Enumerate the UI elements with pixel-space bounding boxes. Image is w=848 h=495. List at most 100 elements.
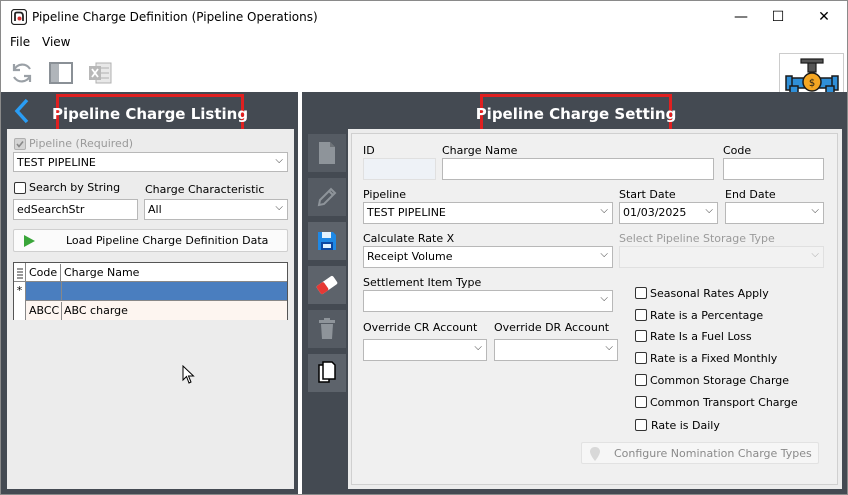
delete-button[interactable] [308, 310, 346, 348]
pin-icon [588, 446, 602, 462]
row-charge-name: ABC charge [64, 304, 128, 317]
edit-button[interactable] [308, 178, 346, 216]
storage-type-select: ⌵ [619, 246, 824, 268]
chevron-down-icon: ⌵ [811, 205, 819, 216]
save-disk-icon [318, 232, 336, 250]
rate-fuel-loss-label: Rate Is a Fuel Loss [650, 330, 752, 343]
menu-file[interactable]: File [10, 35, 30, 49]
window-title: Pipeline Charge Definition (Pipeline Ope… [32, 10, 318, 24]
storage-type-label: Select Pipeline Storage Type [619, 232, 775, 245]
end-date-picker[interactable]: ⌵ [725, 202, 824, 224]
new-row-code-cell [27, 282, 62, 301]
end-date-label: End Date [725, 188, 776, 201]
rate-daily-label: Rate is Daily [651, 419, 720, 432]
start-date-label: Start Date [619, 188, 676, 201]
edit-pencil-icon [317, 187, 337, 207]
chevron-down-icon: ⌵ [811, 249, 819, 260]
layout-icon[interactable] [48, 61, 74, 85]
excel-icon[interactable] [87, 60, 113, 86]
load-data-button[interactable]: Load Pipeline Charge Definition Data [13, 229, 288, 252]
pipeline-value: TEST PIPELINE [367, 206, 446, 219]
search-input[interactable]: edSearchStr [13, 199, 138, 220]
rate-fixed-monthly-checkbox[interactable] [635, 352, 647, 364]
listing-pipeline-value: TEST PIPELINE [17, 156, 96, 169]
grid-col-code[interactable]: Code [27, 264, 61, 282]
calculate-rate-select[interactable]: Receipt Volume ⌵ [363, 246, 613, 268]
code-label: Code [723, 144, 752, 157]
new-document-button[interactable] [308, 134, 346, 172]
pipeline-label: Pipeline [363, 188, 407, 201]
trash-icon [319, 318, 335, 339]
code-field[interactable] [723, 158, 824, 180]
common-transport-label: Common Transport Charge [650, 396, 798, 409]
app-logo-icon [10, 8, 28, 26]
start-date-picker[interactable]: 01/03/2025 ⌵ [619, 202, 718, 224]
grid-new-row[interactable]: * [14, 282, 287, 301]
chevron-down-icon: ⌵ [600, 249, 608, 260]
settlement-item-select[interactable]: ⌵ [363, 290, 613, 312]
eraser-icon [316, 275, 338, 295]
copy-icon [318, 361, 336, 383]
pipeline-select[interactable]: TEST PIPELINE ⌵ [363, 202, 613, 224]
clear-button[interactable] [308, 266, 346, 304]
charge-name-field[interactable] [442, 158, 714, 180]
override-dr-select[interactable]: ⌵ [494, 339, 618, 361]
rate-percentage-checkbox[interactable] [635, 309, 647, 321]
chevron-down-icon: ⌵ [275, 155, 283, 166]
rate-percentage-label: Rate is a Percentage [650, 309, 764, 322]
id-label: ID [363, 144, 375, 157]
override-cr-select[interactable]: ⌵ [363, 339, 487, 361]
rate-fuel-loss-checkbox[interactable] [635, 330, 647, 342]
search-by-string-checkbox[interactable] [14, 182, 26, 194]
start-date-value: 01/03/2025 [623, 206, 687, 219]
listing-pipeline-select[interactable]: TEST PIPELINE ⌵ [13, 152, 288, 172]
setting-header: Pipeline Charge Setting [476, 94, 676, 134]
override-cr-label: Override CR Account [363, 321, 478, 334]
search-by-string-label: Search by String [29, 181, 121, 194]
rate-daily-checkbox[interactable] [635, 419, 647, 431]
charge-name-label: Charge Name [442, 144, 518, 157]
chevron-down-icon: ⌵ [605, 342, 613, 353]
common-storage-label: Common Storage Charge [650, 374, 790, 387]
close-button[interactable]: ✕ [801, 1, 847, 33]
play-icon [22, 234, 36, 248]
configure-button-label: Configure Nomination Charge Types [614, 447, 812, 460]
calculate-rate-label: Calculate Rate X [363, 232, 455, 245]
grid-menu-icon[interactable] [14, 263, 26, 282]
new-row-marker: * [14, 282, 26, 301]
charge-grid: Code Charge Name * ABCC ABC charge [13, 262, 288, 320]
table-row[interactable]: ABCC ABC charge [14, 301, 287, 320]
svg-text:$: $ [809, 78, 815, 89]
chevron-down-icon: ⌵ [474, 342, 482, 353]
row-code: ABCC [27, 302, 62, 320]
chevron-down-icon: ⌵ [600, 205, 608, 216]
save-button[interactable] [308, 222, 346, 260]
back-arrow-icon[interactable] [12, 97, 34, 125]
grid-header-row: Code Charge Name [14, 263, 287, 282]
seasonal-rates-checkbox[interactable] [635, 287, 647, 299]
seasonal-rates-label: Seasonal Rates Apply [650, 287, 769, 300]
chevron-down-icon: ⌵ [705, 205, 713, 216]
copy-button[interactable] [308, 354, 346, 392]
settlement-item-label: Settlement Item Type [363, 276, 482, 289]
rate-fixed-monthly-label: Rate is a Fixed Monthly [650, 352, 778, 365]
grid-col-charge-name[interactable]: Charge Name [62, 264, 262, 282]
common-transport-checkbox[interactable] [635, 396, 647, 408]
id-field [363, 158, 436, 180]
override-dr-label: Override DR Account [494, 321, 610, 334]
mouse-cursor-icon [182, 364, 196, 385]
charge-characteristic-select[interactable]: All ⌵ [144, 199, 288, 220]
load-button-label: Load Pipeline Charge Definition Data [66, 234, 269, 247]
listing-header: Pipeline Charge Listing [52, 94, 248, 134]
configure-nomination-button: Configure Nomination Charge Types [581, 442, 819, 464]
chevron-down-icon: ⌵ [600, 293, 608, 304]
maximize-button[interactable]: ☐ [755, 1, 801, 33]
app-window: Pipeline Charge Definition (Pipeline Ope… [0, 0, 848, 495]
new-document-icon [319, 142, 335, 164]
menu-view[interactable]: View [42, 35, 70, 49]
common-storage-checkbox[interactable] [635, 374, 647, 386]
calculate-rate-value: Receipt Volume [367, 250, 453, 263]
pipeline-required-label: Pipeline (Required) [29, 137, 134, 150]
refresh-icon[interactable] [9, 60, 35, 86]
charge-characteristic-label: Charge Characteristic [145, 183, 265, 196]
